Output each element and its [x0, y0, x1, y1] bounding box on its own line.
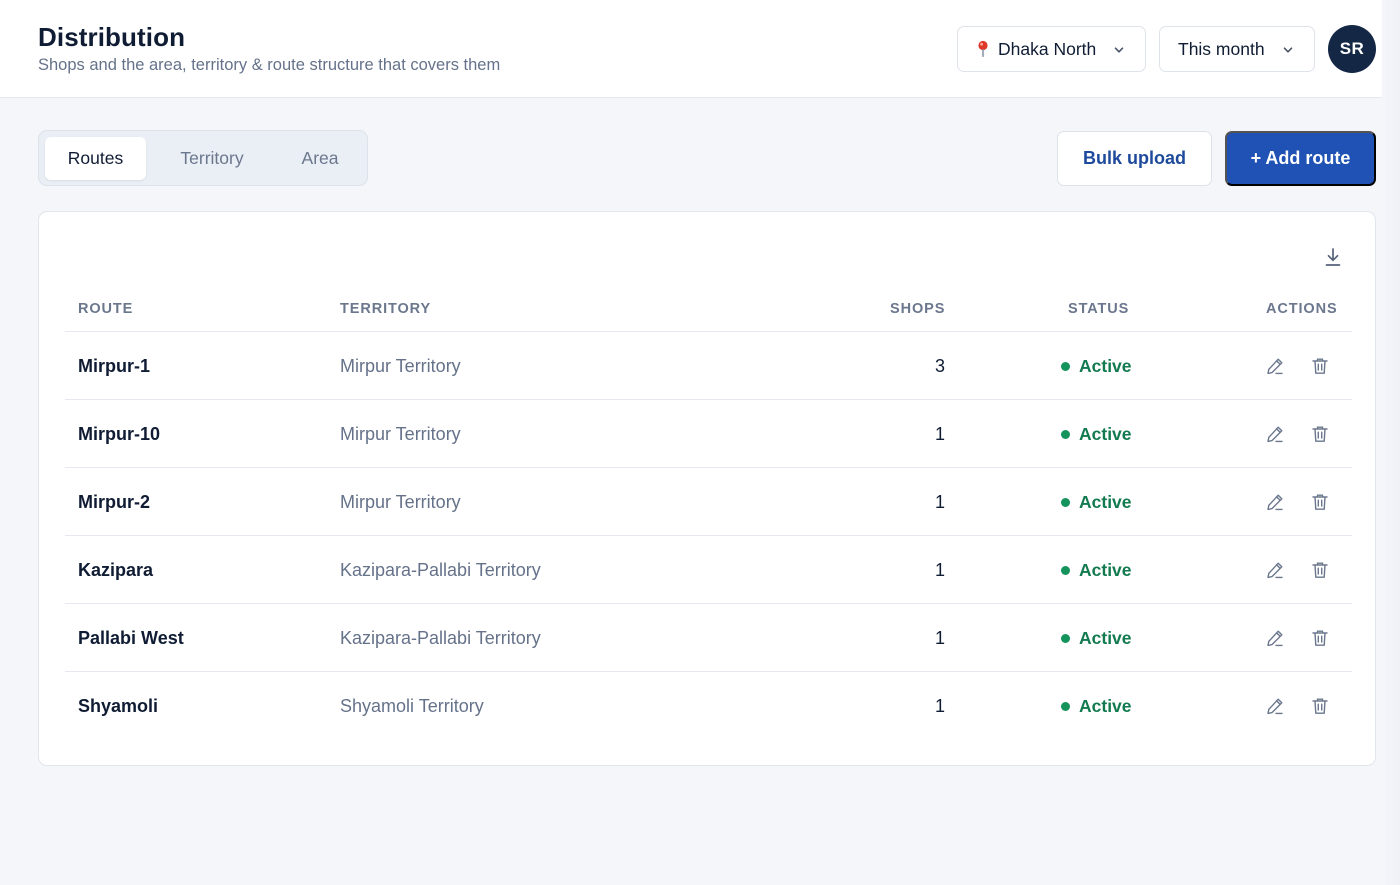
shop-count: 1 — [934, 695, 945, 716]
table-row: Mirpur-2 Mirpur Territory 1 Active — [65, 468, 1352, 536]
delete-button[interactable] — [1310, 332, 1330, 400]
column-header-shops: SHOPS — [890, 301, 946, 317]
status-label: Active — [1079, 559, 1132, 580]
edit-button[interactable] — [1265, 400, 1285, 468]
edit-button[interactable] — [1265, 468, 1285, 536]
status-badge: Active — [1061, 468, 1132, 536]
status-label: Active — [1079, 491, 1132, 512]
shop-count: 1 — [934, 491, 945, 512]
status-dot — [1061, 565, 1070, 575]
delete-button[interactable] — [1310, 672, 1330, 740]
period-select-value: This month — [1178, 38, 1265, 59]
pencil-icon — [1267, 698, 1283, 715]
territory-name: Shyamoli Territory — [340, 695, 484, 716]
pencil-icon — [1267, 562, 1283, 579]
tab-area[interactable]: Area — [282, 137, 358, 180]
edit-button[interactable] — [1265, 332, 1285, 400]
status-dot — [1061, 701, 1070, 711]
add-route-button[interactable]: + Add route — [1225, 131, 1376, 186]
status-label: Active — [1079, 695, 1132, 716]
page-title: Distribution — [38, 22, 186, 52]
chevron-down-icon — [1114, 47, 1124, 53]
user-avatar[interactable]: SR — [1328, 25, 1376, 73]
delete-button[interactable] — [1310, 468, 1330, 536]
territory-name: Mirpur Territory — [340, 423, 461, 444]
delete-button[interactable] — [1310, 604, 1330, 672]
status-badge: Active — [1061, 672, 1132, 740]
status-dot — [1061, 633, 1070, 643]
territory-name: Kazipara-Pallabi Territory — [340, 627, 541, 648]
shop-count: 1 — [934, 627, 945, 648]
page-subtitle: Shops and the area, territory & route st… — [38, 56, 501, 74]
shop-count: 1 — [934, 559, 945, 580]
column-header-territory: TERRITORY — [340, 301, 432, 317]
page-header: Distribution Shops and the area, territo… — [0, 0, 1382, 98]
delete-button[interactable] — [1310, 400, 1330, 468]
shop-count: 3 — [934, 355, 945, 376]
pencil-icon — [1267, 494, 1283, 511]
route-name: Kazipara — [78, 559, 154, 580]
pencil-icon — [1267, 426, 1283, 443]
route-name: Pallabi West — [78, 627, 184, 648]
territory-name: Mirpur Territory — [340, 355, 461, 376]
table-row: Pallabi West Kazipara-Pallabi Territory … — [65, 604, 1352, 672]
trash-icon — [1312, 426, 1328, 442]
pencil-icon — [1267, 358, 1283, 375]
edit-button[interactable] — [1265, 672, 1285, 740]
status-dot — [1061, 497, 1070, 507]
trash-icon — [1312, 562, 1328, 578]
status-label: Active — [1079, 355, 1132, 376]
edit-button[interactable] — [1265, 604, 1285, 672]
scrollbar-track — [1382, 0, 1400, 885]
table-row: Shyamoli Shyamoli Territory 1 Active — [65, 672, 1352, 740]
status-badge: Active — [1061, 604, 1132, 672]
trash-icon — [1312, 358, 1328, 374]
route-name: Mirpur-1 — [78, 355, 150, 376]
tab-territory[interactable]: Territory — [158, 137, 266, 180]
location-select[interactable]: Dhaka North — [957, 26, 1146, 72]
bulk-upload-button[interactable]: Bulk upload — [1057, 131, 1212, 186]
trash-icon — [1312, 698, 1328, 714]
period-select[interactable]: This month — [1159, 26, 1315, 72]
status-dot — [1061, 361, 1070, 371]
download-icon[interactable] — [1323, 246, 1343, 268]
chevron-down-icon — [1283, 47, 1293, 53]
edit-button[interactable] — [1265, 536, 1285, 604]
column-header-status: STATUS — [1068, 301, 1130, 317]
status-badge: Active — [1061, 332, 1132, 400]
table-row: Mirpur-1 Mirpur Territory 3 Active — [65, 332, 1352, 400]
trash-icon — [1312, 494, 1328, 510]
shop-count: 1 — [934, 423, 945, 444]
status-dot — [1061, 429, 1070, 439]
table-row: Kazipara Kazipara-Pallabi Territory 1 Ac… — [65, 536, 1352, 604]
tab-routes[interactable]: Routes — [45, 137, 146, 180]
status-badge: Active — [1061, 400, 1132, 468]
view-tabs: Routes Territory Area — [38, 130, 368, 186]
territory-name: Mirpur Territory — [340, 491, 461, 512]
column-header-route: ROUTE — [78, 301, 134, 317]
status-label: Active — [1079, 627, 1132, 648]
column-header-actions: ACTIONS — [1266, 301, 1338, 317]
route-name: Mirpur-10 — [78, 423, 161, 444]
routes-table-card: ROUTE TERRITORY SHOPS STATUS ACTIONS Mir… — [38, 211, 1376, 766]
table-row: Mirpur-10 Mirpur Territory 1 Active — [65, 400, 1352, 468]
status-badge: Active — [1061, 536, 1132, 604]
map-pin-icon — [978, 40, 988, 57]
route-name: Mirpur-2 — [78, 491, 150, 512]
route-name: Shyamoli — [78, 695, 159, 716]
pencil-icon — [1267, 630, 1283, 647]
status-label: Active — [1079, 423, 1132, 444]
trash-icon — [1312, 630, 1328, 646]
delete-button[interactable] — [1310, 536, 1330, 604]
territory-name: Kazipara-Pallabi Territory — [340, 559, 541, 580]
location-select-value: Dhaka North — [998, 38, 1097, 59]
